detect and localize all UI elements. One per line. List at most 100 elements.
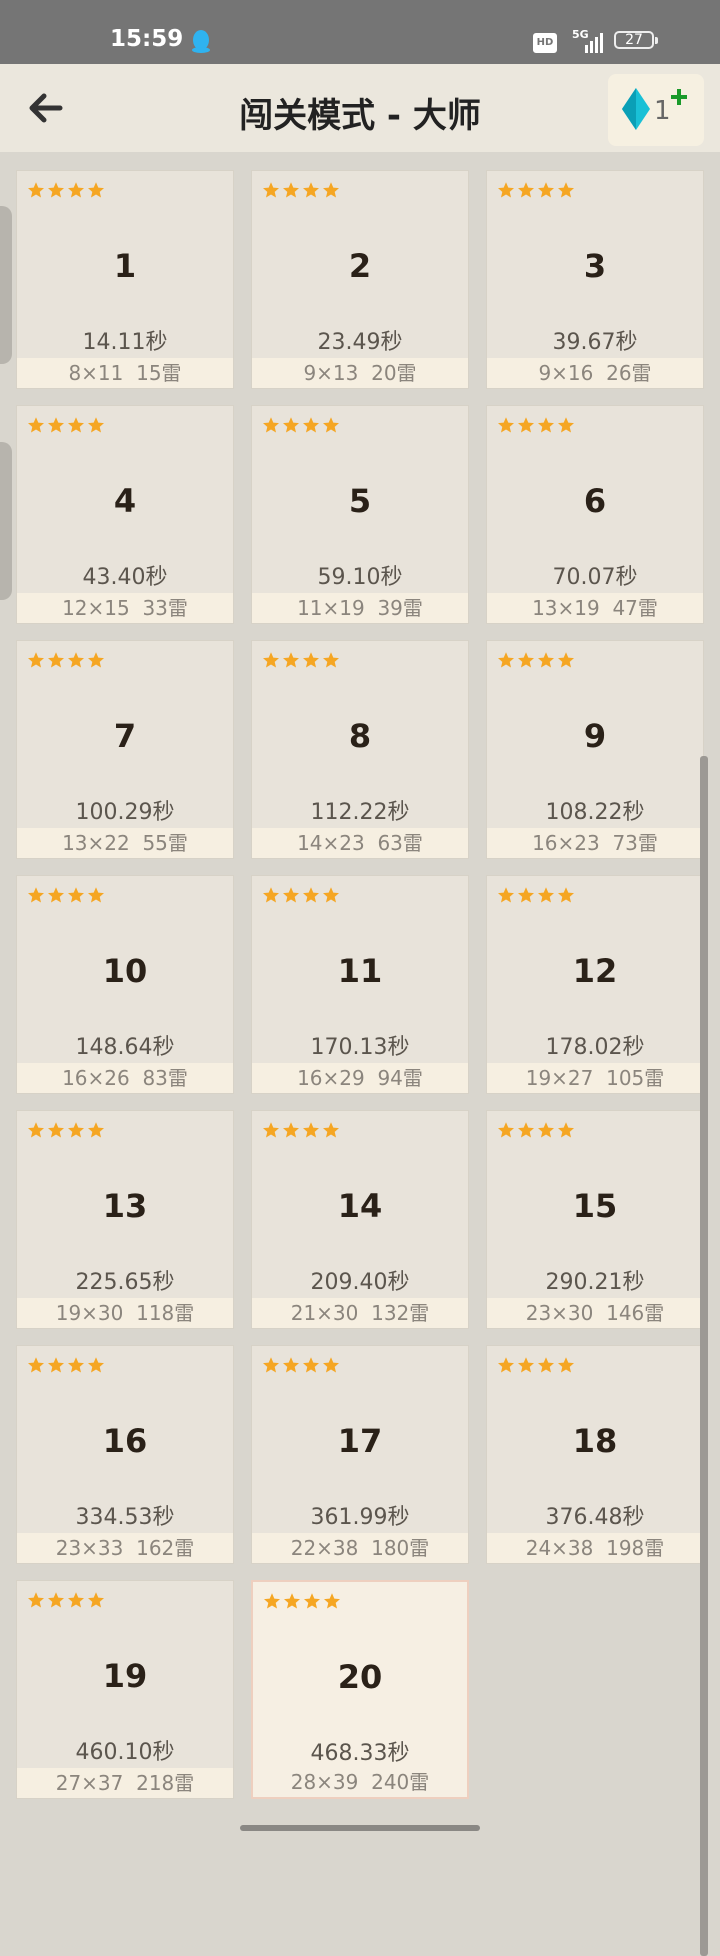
board-size: 27×37 (55, 1771, 124, 1795)
star-icon (538, 652, 554, 668)
level-card[interactable]: 14 209.40秒 21×30 132雷 (251, 1110, 469, 1329)
star-icon (88, 887, 104, 903)
star-icon (558, 652, 574, 668)
level-card[interactable]: 9 108.22秒 16×23 73雷 (486, 640, 704, 859)
level-card[interactable]: 20 468.33秒 28×39 240雷 (251, 1580, 469, 1799)
level-card[interactable]: 10 148.64秒 16×26 83雷 (16, 875, 234, 1094)
star-icon (28, 887, 44, 903)
level-card[interactable]: 17 361.99秒 22×38 180雷 (251, 1345, 469, 1564)
level-card[interactable]: 16 334.53秒 23×33 162雷 (16, 1345, 234, 1564)
best-time: 23.49秒 (317, 330, 403, 355)
star-icon (68, 887, 84, 903)
level-card[interactable]: 19 460.10秒 27×37 218雷 (16, 1580, 234, 1799)
mine-count: 47雷 (612, 596, 658, 620)
star-rating (27, 1121, 105, 1141)
side-tab-upper[interactable] (0, 206, 12, 364)
level-number: 4 (113, 482, 137, 520)
mine-count: 105雷 (606, 1066, 665, 1090)
level-number: 3 (583, 247, 607, 285)
star-rating (27, 651, 105, 671)
level-card[interactable]: 18 376.48秒 24×38 198雷 (486, 1345, 704, 1564)
mine-count: 26雷 (606, 361, 652, 385)
status-bar: 15:59 HD 5G 27 (0, 0, 720, 64)
mine-count: 15雷 (136, 361, 182, 385)
level-card[interactable]: 4 43.40秒 12×15 33雷 (16, 405, 234, 624)
star-icon (68, 1357, 84, 1373)
gem-balance-button[interactable]: 1 (608, 74, 704, 146)
best-time: 70.07秒 (552, 565, 638, 590)
level-card[interactable]: 15 290.21秒 23×30 146雷 (486, 1110, 704, 1329)
star-icon (518, 1122, 534, 1138)
star-rating (27, 181, 105, 201)
star-rating (262, 886, 340, 906)
best-time: 170.13秒 (310, 1035, 410, 1060)
best-time: 178.02秒 (545, 1035, 645, 1060)
level-card[interactable]: 11 170.13秒 16×29 94雷 (251, 875, 469, 1094)
best-time: 361.99秒 (310, 1505, 410, 1530)
star-icon (283, 1122, 299, 1138)
best-time: 460.10秒 (75, 1740, 175, 1765)
home-indicator[interactable] (240, 1825, 480, 1831)
best-time: 14.11秒 (82, 330, 168, 355)
hd-badge: HD (533, 33, 557, 53)
header: 闯关模式 - 大师 1 (0, 64, 720, 152)
star-icon (263, 1122, 279, 1138)
level-number: 10 (102, 952, 148, 990)
level-card[interactable]: 7 100.29秒 13×22 55雷 (16, 640, 234, 859)
best-time: 148.64秒 (75, 1035, 175, 1060)
star-icon (558, 417, 574, 433)
best-time: 290.21秒 (545, 1270, 645, 1295)
diamond-icon (622, 88, 650, 130)
star-icon (518, 417, 534, 433)
level-card[interactable]: 6 70.07秒 13×19 47雷 (486, 405, 704, 624)
star-icon (303, 887, 319, 903)
star-icon (283, 887, 299, 903)
board-size: 19×27 (525, 1066, 594, 1090)
level-card[interactable]: 13 225.65秒 19×30 118雷 (16, 1110, 234, 1329)
board-size: 13×19 (532, 596, 600, 620)
level-card[interactable]: 3 39.67秒 9×16 26雷 (486, 170, 704, 389)
battery-indicator: 27 (614, 31, 654, 49)
board-size: 11×19 (297, 596, 365, 620)
star-icon (48, 1592, 64, 1608)
board-info: 16×23 73雷 (487, 828, 703, 858)
board-size: 22×38 (290, 1536, 359, 1560)
level-card[interactable]: 2 23.49秒 9×13 20雷 (251, 170, 469, 389)
star-icon (538, 1357, 554, 1373)
star-icon (303, 182, 319, 198)
board-size: 28×39 (290, 1770, 359, 1794)
star-rating (497, 651, 575, 671)
level-number: 20 (337, 1658, 383, 1696)
side-tab-lower[interactable] (0, 442, 12, 600)
star-rating (497, 1121, 575, 1141)
level-number: 11 (337, 952, 383, 990)
star-icon (48, 887, 64, 903)
star-icon (323, 417, 339, 433)
mine-count: 198雷 (606, 1536, 665, 1560)
star-icon (283, 1357, 299, 1373)
star-icon (304, 1593, 320, 1609)
board-size: 8×11 (68, 361, 124, 385)
level-grid: 1 14.11秒 8×11 15雷 2 23.49秒 9×13 20雷 3 39.67秒 9×1… (16, 170, 704, 1799)
star-icon (88, 417, 104, 433)
board-size: 16×26 (62, 1066, 130, 1090)
star-rating (262, 1121, 340, 1141)
star-icon (28, 1357, 44, 1373)
level-card[interactable]: 12 178.02秒 19×27 105雷 (486, 875, 704, 1094)
board-info: 27×37 218雷 (17, 1768, 233, 1798)
star-rating (262, 651, 340, 671)
level-grid-area[interactable]: 1 14.11秒 8×11 15雷 2 23.49秒 9×13 20雷 3 39.67秒 9×1… (0, 152, 720, 1956)
scrollbar[interactable] (700, 756, 708, 1956)
level-card[interactable]: 1 14.11秒 8×11 15雷 (16, 170, 234, 389)
level-number: 14 (337, 1187, 383, 1225)
level-card[interactable]: 8 112.22秒 14×23 63雷 (251, 640, 469, 859)
star-icon (88, 1357, 104, 1373)
best-time: 112.22秒 (310, 800, 410, 825)
star-icon (48, 417, 64, 433)
star-icon (538, 887, 554, 903)
mine-count: 132雷 (371, 1301, 430, 1325)
star-icon (88, 652, 104, 668)
level-card[interactable]: 5 59.10秒 11×19 39雷 (251, 405, 469, 624)
star-icon (28, 182, 44, 198)
star-icon (88, 182, 104, 198)
